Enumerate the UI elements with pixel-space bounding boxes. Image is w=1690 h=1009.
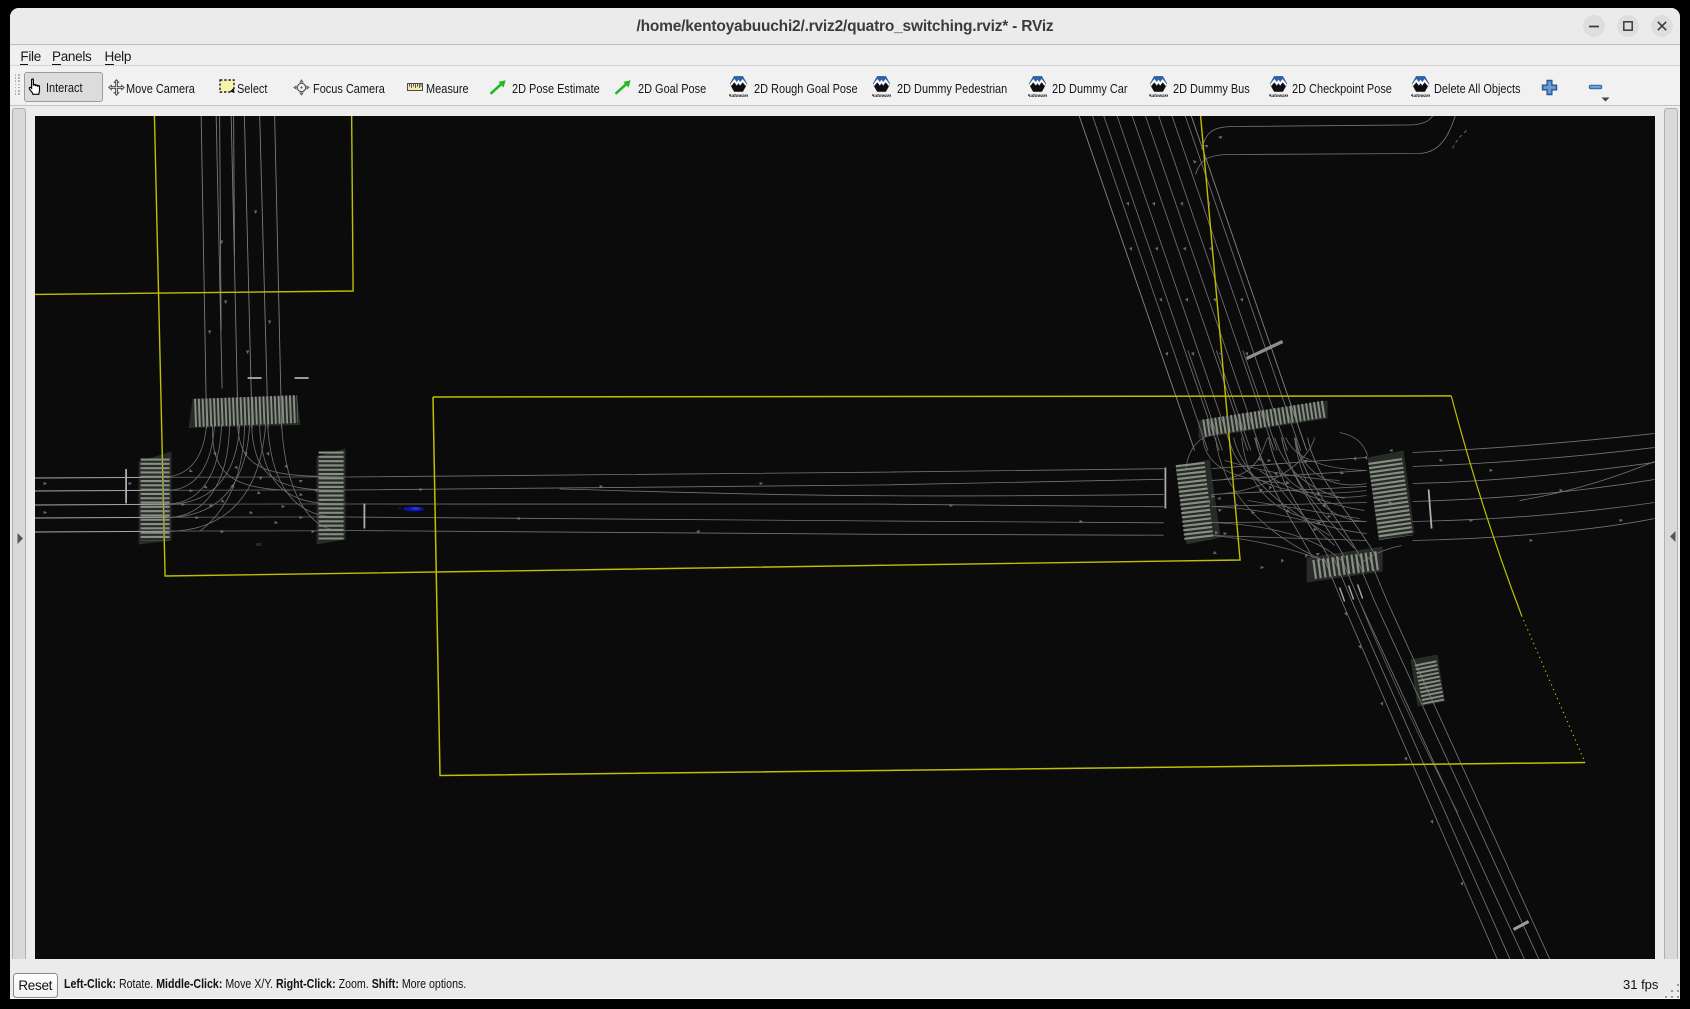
svg-text:Autoware: Autoware [872, 93, 891, 98]
svg-text:Autoware: Autoware [1411, 93, 1430, 98]
svg-text:Autoware: Autoware [1269, 93, 1288, 98]
svg-text:Autoware: Autoware [1149, 93, 1168, 98]
svg-text:Autoware: Autoware [1028, 93, 1047, 98]
svg-text:Autoware: Autoware [729, 93, 748, 98]
